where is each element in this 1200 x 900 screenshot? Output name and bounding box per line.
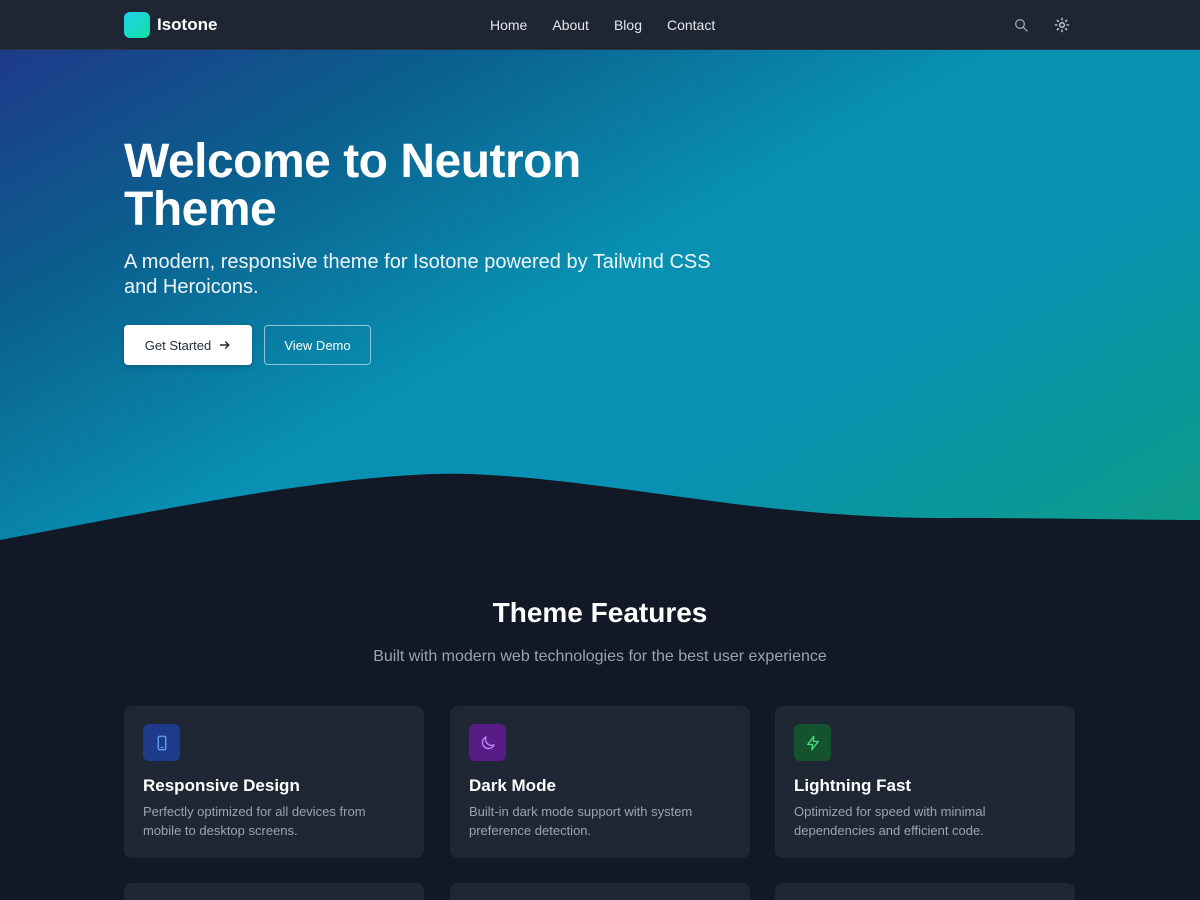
hero-title: Welcome to Neutron Theme [124,135,581,236]
brand-name: Isotone [157,15,218,34]
sun-icon[interactable] [1052,15,1072,35]
feature-card [775,883,1075,900]
feature-card [450,883,750,900]
view-demo-button[interactable]: View Demo [264,325,371,365]
feature-description: Optimized for speed with minimal depende… [794,804,986,838]
nav-item-home[interactable]: Home [490,17,527,33]
search-icon[interactable] [1011,15,1031,35]
hero-section: Welcome to Neutron Theme A modern, respo… [0,50,1200,550]
arrow-right-icon [219,341,230,349]
features-title: Theme Features [492,597,708,628]
device-phone-icon [143,724,180,761]
hero-subtitle: A modern, responsive theme for Isotone p… [124,251,711,298]
feature-title: Dark Mode [469,776,556,795]
get-started-label: Get Started [144,337,212,353]
bolt-icon [794,724,831,761]
feature-title: Lightning Fast [794,776,912,795]
features-subtitle: Built with modern web technologies for t… [373,648,827,665]
feature-card-lightning-fast: Lightning Fast Optimized for speed with … [775,706,1075,858]
brand-logo[interactable]: Isotone [124,12,217,38]
site-header: Isotone Home About Blog Contact [0,0,1200,50]
nav-item-about[interactable]: About [552,17,589,33]
feature-description: Built-in dark mode support with system p… [469,804,693,838]
feature-card-dark-mode: Dark Mode Built-in dark mode support wit… [450,706,750,858]
feature-card-responsive: Responsive Design Perfectly optimized fo… [124,706,424,858]
nav-item-contact[interactable]: Contact [667,17,715,33]
get-started-button[interactable]: Get Started [124,325,252,365]
feature-description: Perfectly optimized for all devices from… [143,804,366,838]
feature-card [124,883,424,900]
main-nav: Home About Blog Contact [490,0,715,50]
hero-wave-divider [0,473,1200,550]
logo-mark-icon [124,12,150,38]
nav-item-blog[interactable]: Blog [614,17,642,33]
moon-icon [469,724,506,761]
feature-title: Responsive Design [143,776,300,795]
